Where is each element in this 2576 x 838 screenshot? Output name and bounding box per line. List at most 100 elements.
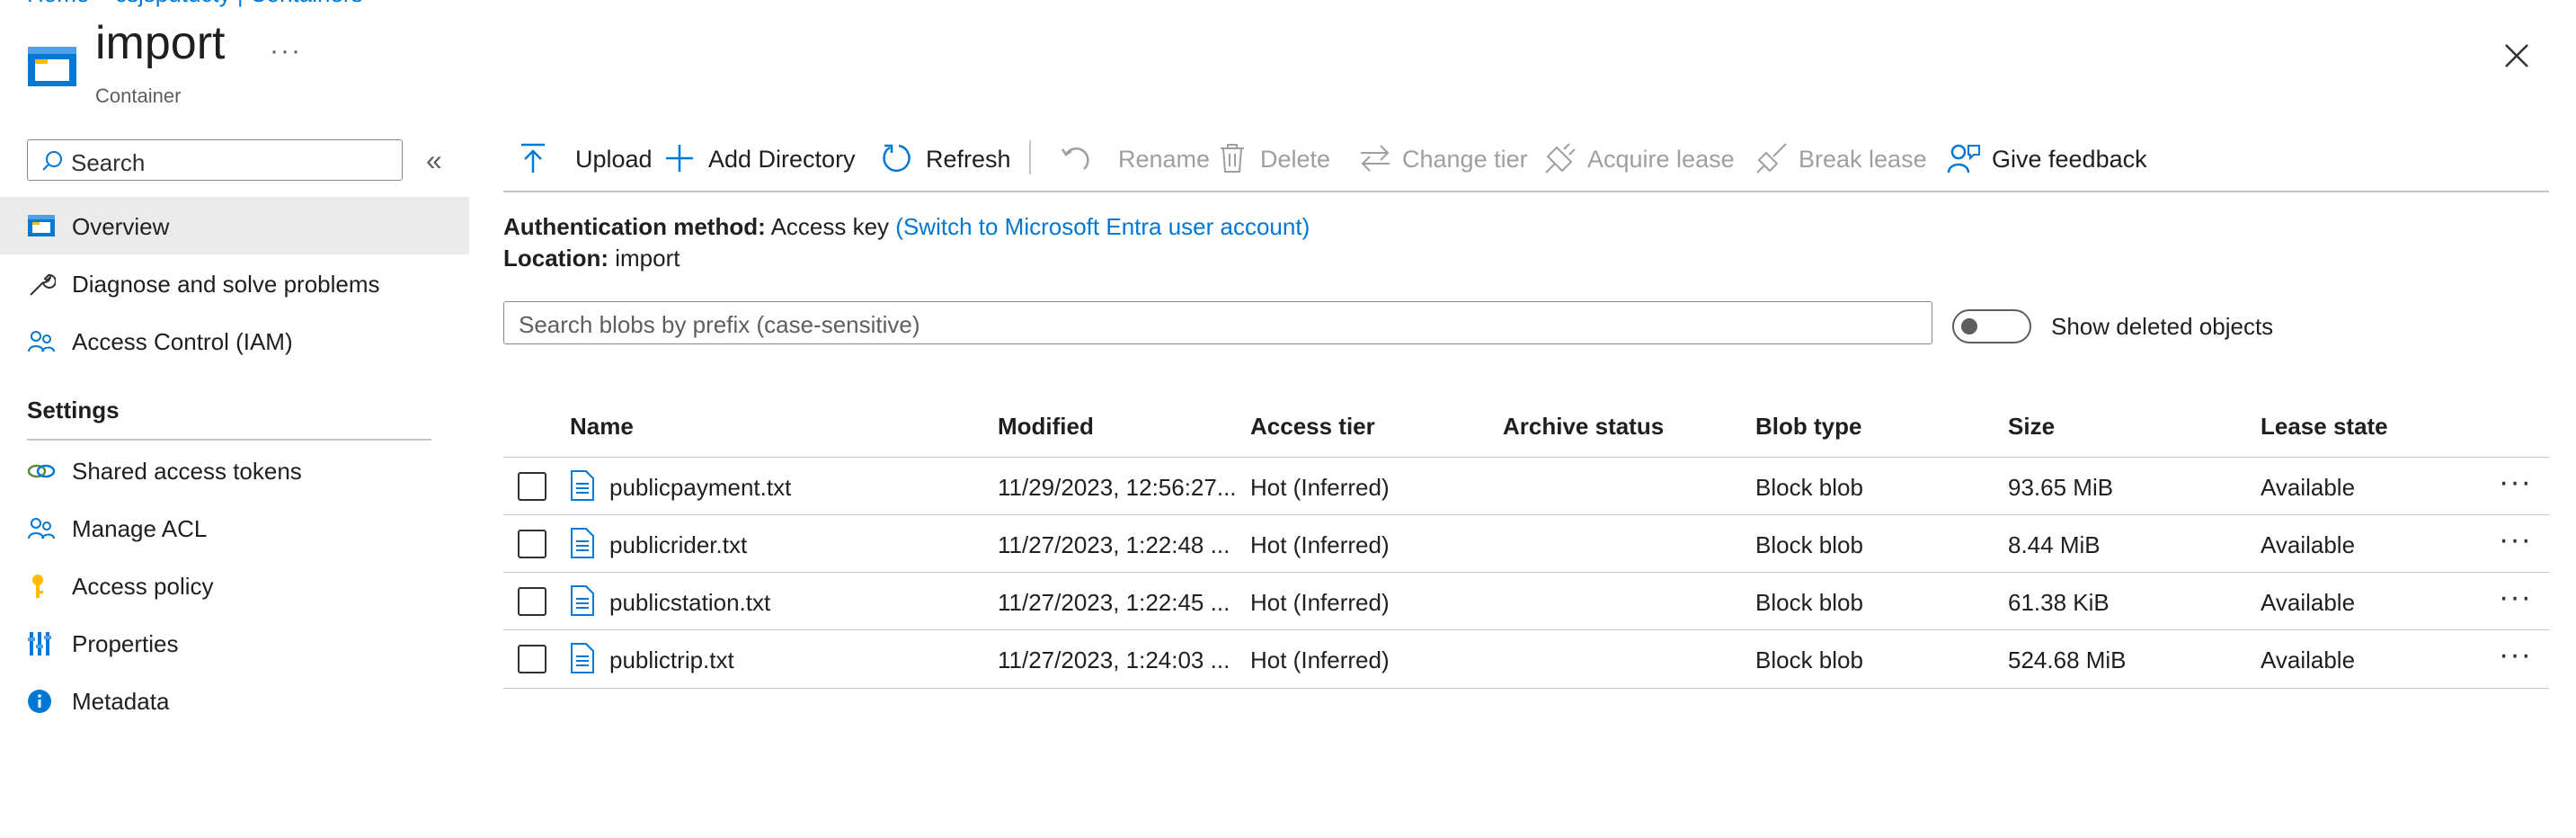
size-cell: 61.38 KiB: [2008, 589, 2110, 616]
location-value: import: [615, 245, 680, 272]
toggle-knob: [1961, 318, 1977, 334]
sidebar-item-access-policy[interactable]: Access policy: [0, 557, 469, 614]
modified-cell: 11/27/2023, 1:22:45 ...: [998, 589, 1230, 616]
divider: [27, 439, 431, 441]
row-checkbox[interactable]: [518, 645, 546, 673]
feedback-icon: [1947, 142, 1981, 176]
authentication-method: Authentication method: Access key (Switc…: [503, 213, 1310, 241]
blob-search-placeholder: Search blobs by prefix (case-sensitive): [519, 311, 920, 338]
sidebar-item-access-control[interactable]: Access Control (IAM): [0, 312, 469, 370]
sidebar-item-diagnose[interactable]: Diagnose and solve problems: [0, 254, 469, 312]
sidebar-item-label: Metadata: [72, 688, 170, 715]
lease-state-cell: Available: [2261, 646, 2356, 673]
sidebar-item-overview[interactable]: Overview: [0, 197, 469, 254]
file-icon: [570, 585, 595, 620]
lease-state-cell: Available: [2261, 531, 2356, 558]
switch-auth-link[interactable]: (Switch to Microsoft Entra user account): [895, 213, 1310, 240]
location-label: Location:: [503, 245, 608, 272]
page-title: import: [95, 17, 226, 69]
row-checkbox[interactable]: [518, 530, 546, 558]
sidebar-item-manage-acl[interactable]: Manage ACL: [0, 499, 469, 557]
sidebar-item-shared-access-tokens[interactable]: Shared access tokens: [0, 441, 469, 499]
upload-label: Upload: [575, 146, 653, 173]
close-icon[interactable]: [2499, 38, 2535, 74]
lease-state-cell: Available: [2261, 589, 2356, 616]
table-row[interactable]: publicrider.txt 11/27/2023, 1:22:48 ... …: [503, 514, 2549, 573]
breadcrumb-home-link[interactable]: Home: [27, 0, 89, 7]
settings-heading: Settings: [27, 397, 120, 423]
breadcrumb-containers-link[interactable]: csjsputdcty | Containers: [115, 0, 363, 7]
sidebar-item-properties[interactable]: Properties: [0, 614, 469, 672]
row-checkbox[interactable]: [518, 472, 546, 501]
sidebar-item-label: Properties: [72, 630, 179, 657]
blob-type-cell: Block blob: [1755, 474, 1863, 501]
info-icon: [27, 688, 56, 715]
acquire-lease-label: Acquire lease: [1587, 146, 1735, 173]
row-more-button[interactable]: ···: [2499, 522, 2532, 557]
link-icon: [27, 458, 56, 485]
divider: [503, 191, 2549, 192]
add-directory-label: Add Directory: [708, 146, 856, 173]
break-lease-label: Break lease: [1799, 146, 1927, 173]
give-feedback-label: Give feedback: [1992, 146, 2147, 173]
table-row[interactable]: publicpayment.txt 11/29/2023, 12:56:27..…: [503, 457, 2549, 515]
column-header-archive-status[interactable]: Archive status: [1503, 413, 1664, 441]
show-deleted-toggle[interactable]: [1952, 309, 2031, 343]
sidebar-item-metadata[interactable]: Metadata: [0, 672, 469, 729]
table-row[interactable]: publicstation.txt 11/27/2023, 1:22:45 ..…: [503, 572, 2549, 630]
file-icon: [570, 528, 595, 563]
wrench-icon: [27, 271, 56, 298]
rename-label: Rename: [1118, 146, 1211, 173]
more-options-button[interactable]: ···: [270, 36, 302, 67]
size-cell: 524.68 MiB: [2008, 646, 2127, 673]
lease-state-cell: Available: [2261, 474, 2356, 501]
unplug-icon: [1755, 142, 1788, 174]
collapse-sidebar-button[interactable]: «: [426, 144, 442, 177]
sidebar-search-input[interactable]: Search: [27, 139, 403, 181]
blob-type-cell: Block blob: [1755, 531, 1863, 558]
file-icon: [570, 643, 595, 678]
blob-name-link[interactable]: publictrip.txt: [609, 646, 734, 674]
size-cell: 8.44 MiB: [2008, 531, 2101, 558]
breadcrumb-separator: ›: [98, 0, 106, 7]
key-icon: [27, 573, 56, 600]
refresh-label: Refresh: [926, 146, 1011, 173]
sidebar-item-label: Access Control (IAM): [72, 328, 293, 355]
blob-name-link[interactable]: publicpayment.txt: [609, 474, 791, 502]
auth-label: Authentication method:: [503, 213, 766, 240]
column-header-name[interactable]: Name: [570, 413, 634, 441]
table-row[interactable]: publictrip.txt 11/27/2023, 1:24:03 ... H…: [503, 629, 2549, 689]
blob-search-input[interactable]: Search blobs by prefix (case-sensitive): [503, 301, 1932, 344]
row-more-button[interactable]: ···: [2499, 580, 2532, 615]
change-tier-label: Change tier: [1402, 146, 1528, 173]
sidebar-item-label: Overview: [72, 213, 170, 240]
access-tier-cell: Hot (Inferred): [1250, 646, 1390, 673]
modified-cell: 11/27/2023, 1:24:03 ...: [998, 646, 1230, 673]
column-header-access-tier[interactable]: Access tier: [1250, 413, 1375, 441]
people-icon: [27, 328, 56, 355]
people-icon: [27, 515, 56, 542]
size-cell: 93.65 MiB: [2008, 474, 2114, 501]
rename-icon: [1061, 142, 1091, 174]
sidebar-item-label: Shared access tokens: [72, 458, 302, 485]
breadcrumb-separator: ›: [372, 0, 380, 7]
column-header-lease-state[interactable]: Lease state: [2261, 413, 2388, 441]
column-header-modified[interactable]: Modified: [998, 413, 1094, 441]
sidebar-item-label: Manage ACL: [72, 515, 208, 542]
row-more-button[interactable]: ···: [2499, 637, 2532, 673]
location-info: Location: import: [503, 245, 680, 272]
upload-icon: [518, 142, 548, 174]
blob-name-link[interactable]: publicstation.txt: [609, 589, 770, 617]
row-checkbox[interactable]: [518, 587, 546, 616]
column-header-size[interactable]: Size: [2008, 413, 2055, 441]
sidebar-search-placeholder: Search: [71, 149, 146, 176]
blob-name-link[interactable]: publicrider.txt: [609, 531, 747, 559]
auth-value: Access key: [770, 213, 890, 240]
breadcrumb: Home › csjsputdcty | Containers ›: [27, 0, 388, 8]
properties-icon: [27, 630, 56, 657]
column-header-blob-type[interactable]: Blob type: [1755, 413, 1861, 441]
row-more-button[interactable]: ···: [2499, 465, 2532, 500]
file-icon: [570, 470, 595, 505]
swap-icon: [1359, 142, 1391, 174]
access-tier-cell: Hot (Inferred): [1250, 531, 1390, 558]
